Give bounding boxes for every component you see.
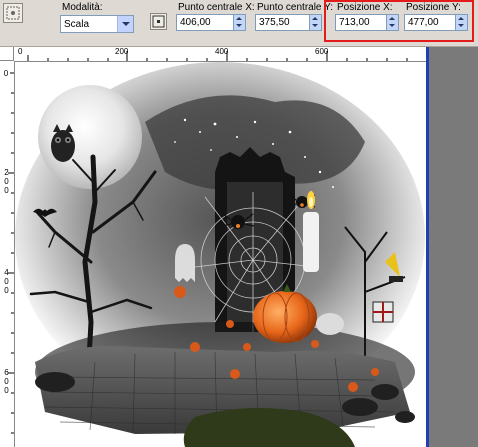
transform-center-icon[interactable]	[150, 13, 167, 30]
horizontal-ruler: 0 200 400 600	[14, 47, 426, 62]
ruler-v-label-400: 400	[2, 268, 11, 295]
mode-label: Modalità:	[62, 2, 103, 13]
pos-y-label: Posizione Y:	[406, 2, 461, 13]
pos-x-label: Posizione X:	[337, 2, 393, 13]
pos-y-spinner[interactable]	[455, 15, 467, 30]
center-y-spinner[interactable]	[309, 15, 321, 30]
toolbar: Modalità: Scala Punto centrale X: 406,00…	[0, 0, 478, 47]
center-x-field[interactable]: 406,00	[176, 14, 246, 31]
halloween-scene-image	[15, 62, 425, 447]
ruler-corner	[0, 47, 14, 61]
ruler-label-200: 200	[115, 47, 129, 56]
pos-y-field[interactable]: 477,00	[404, 14, 468, 31]
pos-y-value: 477,00	[408, 17, 439, 28]
deform-tool-icon[interactable]	[3, 3, 23, 23]
ruler-v-label-0: 0	[3, 69, 9, 78]
ruler-v-label-200: 200	[2, 168, 11, 195]
image-canvas[interactable]	[15, 62, 426, 447]
center-y-label: Punto centrale Y:	[257, 2, 333, 13]
center-x-label: Punto centrale X:	[178, 2, 255, 13]
ruler-v-label-600: 600	[2, 368, 11, 395]
ruler-label-0: 0	[18, 47, 23, 56]
vertical-ruler: 0 200 400 600	[0, 61, 15, 447]
ruler-label-600: 600	[315, 47, 329, 56]
center-x-spinner[interactable]	[233, 15, 245, 30]
center-y-field[interactable]: 375,50	[255, 14, 322, 31]
gift-box-icon	[372, 301, 394, 323]
pumpkin-small-icon	[316, 313, 344, 335]
mode-select[interactable]: Scala	[60, 15, 134, 33]
center-y-value: 375,50	[259, 17, 290, 28]
center-x-value: 406,00	[180, 17, 211, 28]
ruler-label-400: 400	[215, 47, 229, 56]
chevron-down-icon[interactable]	[117, 16, 133, 32]
pos-x-value: 713,00	[339, 17, 370, 28]
workspace-background	[429, 47, 478, 447]
pos-x-spinner[interactable]	[386, 15, 398, 30]
ghost-icon	[175, 244, 195, 282]
pos-x-field[interactable]: 713,00	[335, 14, 399, 31]
mode-value: Scala	[64, 19, 90, 30]
